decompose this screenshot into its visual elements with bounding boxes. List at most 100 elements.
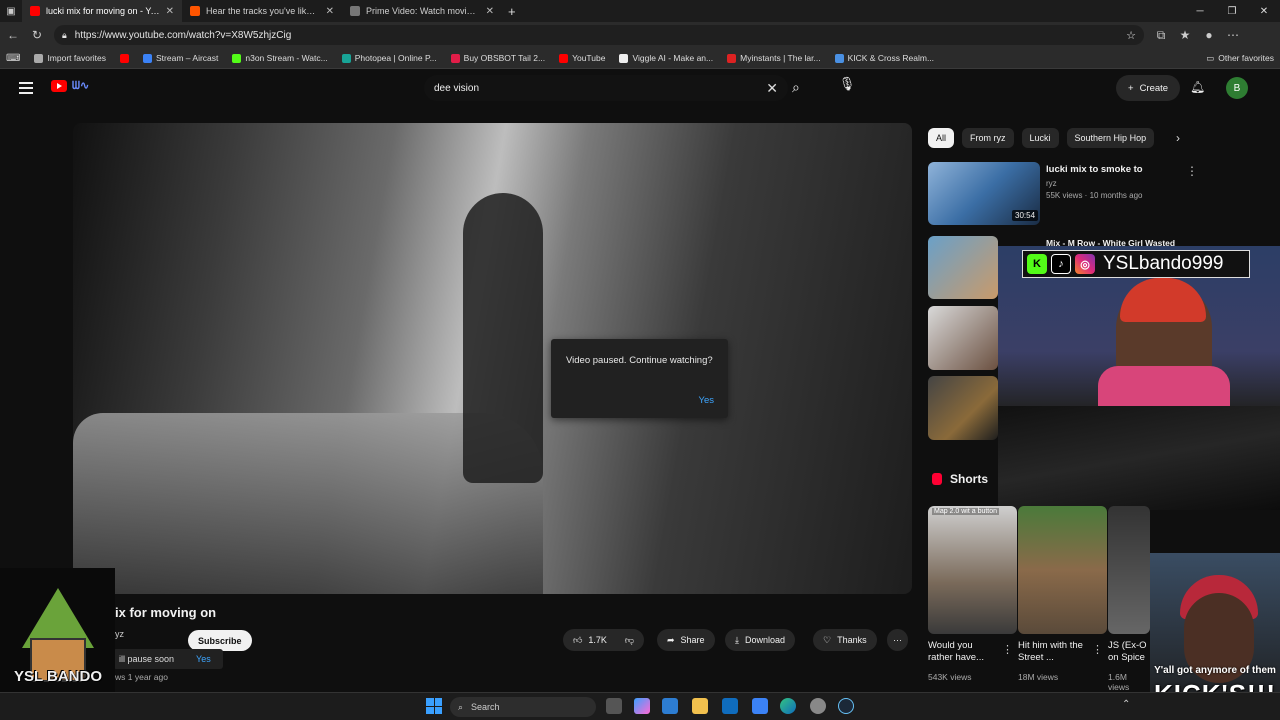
youtube-favicon-icon bbox=[559, 53, 569, 63]
other-favorites[interactable]: ▭ Other favorites bbox=[1206, 53, 1274, 64]
channel-name[interactable]: yz bbox=[115, 629, 124, 639]
video-player[interactable] bbox=[73, 123, 912, 594]
more-vert-icon[interactable]: ⋮ bbox=[1092, 643, 1103, 656]
url-field[interactable]: 🔒︎ https://www.youtube.com/watch?v=X8W5z… bbox=[54, 25, 1144, 45]
store-icon[interactable] bbox=[662, 698, 678, 714]
close-window-icon[interactable]: ✕ bbox=[1248, 0, 1280, 22]
like-icon[interactable]: 👍︎ bbox=[573, 635, 582, 646]
short-title[interactable]: JS (Ex-O on Spice bbox=[1108, 640, 1150, 664]
browser-tab-soundcloud[interactable]: Hear the tracks you've liked: on S ✕ bbox=[182, 0, 342, 22]
extensions-icon[interactable]: ⧉ bbox=[1154, 28, 1168, 43]
streamer-hat bbox=[1120, 278, 1206, 322]
subscribe-button[interactable]: Subscribe bbox=[188, 630, 252, 651]
hamburger-menu-icon[interactable] bbox=[19, 82, 33, 94]
tab-title: Prime Video: Watch movies, TV sh bbox=[366, 6, 480, 16]
chip-lucki[interactable]: Lucki bbox=[1021, 128, 1059, 148]
edge-icon[interactable] bbox=[780, 698, 796, 714]
avatar[interactable]: B bbox=[1226, 77, 1248, 99]
search-icon[interactable]: ⌕ bbox=[792, 79, 800, 96]
search-input[interactable]: dee vision ✕ bbox=[424, 75, 788, 101]
more-actions-button[interactable]: ··· bbox=[887, 629, 908, 651]
chip-southern-hip-hop[interactable]: Southern Hip Hop bbox=[1066, 128, 1155, 148]
restore-icon[interactable]: ❐ bbox=[1216, 0, 1248, 22]
outlook-icon[interactable] bbox=[722, 698, 738, 714]
webcam-overlay: K ♪ ◎ YSLbando999 bbox=[998, 246, 1280, 510]
minimize-icon[interactable]: ─ bbox=[1184, 0, 1216, 22]
social-banner: K ♪ ◎ YSLbando999 bbox=[1022, 250, 1250, 278]
reading-view-icon[interactable]: ⌨ bbox=[6, 53, 20, 64]
video-thumbnail[interactable] bbox=[928, 236, 998, 299]
chip-all[interactable]: All bbox=[928, 128, 955, 148]
more-menu-icon[interactable]: ⋯ bbox=[1226, 28, 1240, 42]
bookmark-item[interactable]: Stream – Aircast bbox=[143, 53, 218, 63]
microphone-icon[interactable]: 🎙︎ bbox=[838, 76, 856, 98]
keyboard-cam bbox=[998, 406, 1280, 510]
task-view-icon[interactable] bbox=[606, 698, 622, 714]
viggle-favicon-icon bbox=[619, 53, 629, 63]
streamer-shirt bbox=[1098, 366, 1230, 406]
steam-icon[interactable] bbox=[838, 698, 854, 714]
taskbar-search[interactable]: ⌕ Search bbox=[450, 697, 596, 717]
file-explorer-icon[interactable] bbox=[692, 698, 708, 714]
tab-actions-icon[interactable]: ▣ bbox=[0, 6, 22, 17]
youtube-doodle-logo[interactable]: ᗯ∿ bbox=[72, 79, 108, 93]
app-icon[interactable] bbox=[810, 698, 826, 714]
windows-start-icon[interactable] bbox=[426, 698, 442, 714]
bookmark-item[interactable]: n3on Stream - Watc... bbox=[232, 53, 328, 63]
bookmark-item[interactable]: YouTube bbox=[559, 53, 605, 63]
profile-icon[interactable]: ● bbox=[1202, 28, 1216, 42]
close-tab-icon[interactable]: ✕ bbox=[486, 6, 494, 17]
bookmark-item[interactable]: Buy OBSBOT Tail 2... bbox=[450, 53, 545, 63]
instagram-icon: ◎ bbox=[1075, 254, 1095, 274]
dislike-icon[interactable]: 👎︎ bbox=[625, 635, 634, 646]
short-thumbnail[interactable] bbox=[1108, 506, 1150, 634]
download-button[interactable]: ⤓ Download bbox=[725, 629, 796, 651]
short-thumbnail[interactable]: Map 2.0 wit a button bbox=[928, 506, 1017, 634]
copilot-icon[interactable] bbox=[634, 698, 650, 714]
refresh-icon[interactable]: ↻ bbox=[30, 28, 44, 42]
like-dislike-group: 👍︎ 1.7K 👎︎ bbox=[563, 629, 645, 651]
address-bar-row: ← ↻ 🔒︎ https://www.youtube.com/watch?v=X… bbox=[0, 22, 1280, 48]
video-thumbnail[interactable] bbox=[928, 306, 998, 370]
more-vert-icon[interactable]: ⋮ bbox=[1186, 164, 1198, 178]
favorite-star-icon[interactable]: ☆ bbox=[1126, 29, 1136, 42]
kick-icon: K bbox=[1027, 254, 1047, 274]
bookmark-item[interactable]: Photopea | Online P... bbox=[341, 53, 437, 63]
short-title[interactable]: Would you rather have... bbox=[928, 640, 1000, 664]
pause-soon-toast: ill pause soon Yes bbox=[113, 649, 223, 669]
youtube-logo-icon[interactable] bbox=[51, 80, 67, 92]
youtube-header: ᗯ∿ dee vision ✕ ⌕ 🎙︎ + Create 🔔︎ B bbox=[0, 70, 1280, 106]
bookmark-item[interactable]: KICK & Cross Realm... bbox=[834, 53, 934, 63]
more-vert-icon[interactable]: ⋮ bbox=[1002, 643, 1013, 656]
like-count[interactable]: 1.7K bbox=[588, 635, 607, 645]
close-tab-icon[interactable]: ✕ bbox=[326, 6, 334, 17]
recommendation-title: lucki mix to smoke to bbox=[1046, 164, 1143, 175]
notifications-bell-icon[interactable]: 🔔︎ bbox=[1190, 80, 1205, 94]
youtube-favicon-icon bbox=[30, 6, 40, 16]
video-thumbnail[interactable] bbox=[928, 376, 998, 440]
recommendation-item[interactable]: 30:54 lucki mix to smoke to ryz 55K view… bbox=[928, 162, 1228, 226]
bookmark-item[interactable] bbox=[120, 53, 130, 63]
toast-yes-button[interactable]: Yes bbox=[196, 654, 211, 664]
photos-icon[interactable] bbox=[752, 698, 768, 714]
bookmark-item[interactable]: Import favorites bbox=[34, 53, 106, 63]
bookmark-item[interactable]: Myinstants | The lar... bbox=[727, 53, 821, 63]
browser-tab-youtube[interactable]: lucki mix for moving on - YouTub ✕ bbox=[22, 0, 182, 22]
chevron-right-icon[interactable]: › bbox=[1176, 131, 1180, 145]
close-tab-icon[interactable]: ✕ bbox=[166, 6, 174, 17]
video-info: ix for moving on yz Subscribe ill pause … bbox=[73, 596, 912, 691]
share-button[interactable]: ➦ Share bbox=[657, 629, 715, 651]
clear-search-icon[interactable]: ✕ bbox=[766, 80, 778, 97]
create-button[interactable]: + Create bbox=[1116, 75, 1181, 101]
new-tab-button[interactable]: + bbox=[508, 4, 516, 19]
browser-tab-prime-video[interactable]: Prime Video: Watch movies, TV sh ✕ bbox=[342, 0, 502, 22]
short-title[interactable]: Hit him with the Street ... bbox=[1018, 640, 1090, 664]
short-thumbnail[interactable] bbox=[1018, 506, 1107, 634]
thanks-button[interactable]: ♡ Thanks bbox=[813, 629, 877, 651]
favorites-icon[interactable]: ★ bbox=[1178, 28, 1192, 42]
back-icon[interactable]: ← bbox=[6, 28, 20, 42]
tray-chevron-icon[interactable]: ⌃ bbox=[1122, 699, 1130, 710]
continue-watching-yes-button[interactable]: Yes bbox=[699, 395, 715, 406]
bookmark-item[interactable]: Viggle AI - Make an... bbox=[619, 53, 713, 63]
chip-from-ryz[interactable]: From ryz bbox=[962, 128, 1014, 148]
